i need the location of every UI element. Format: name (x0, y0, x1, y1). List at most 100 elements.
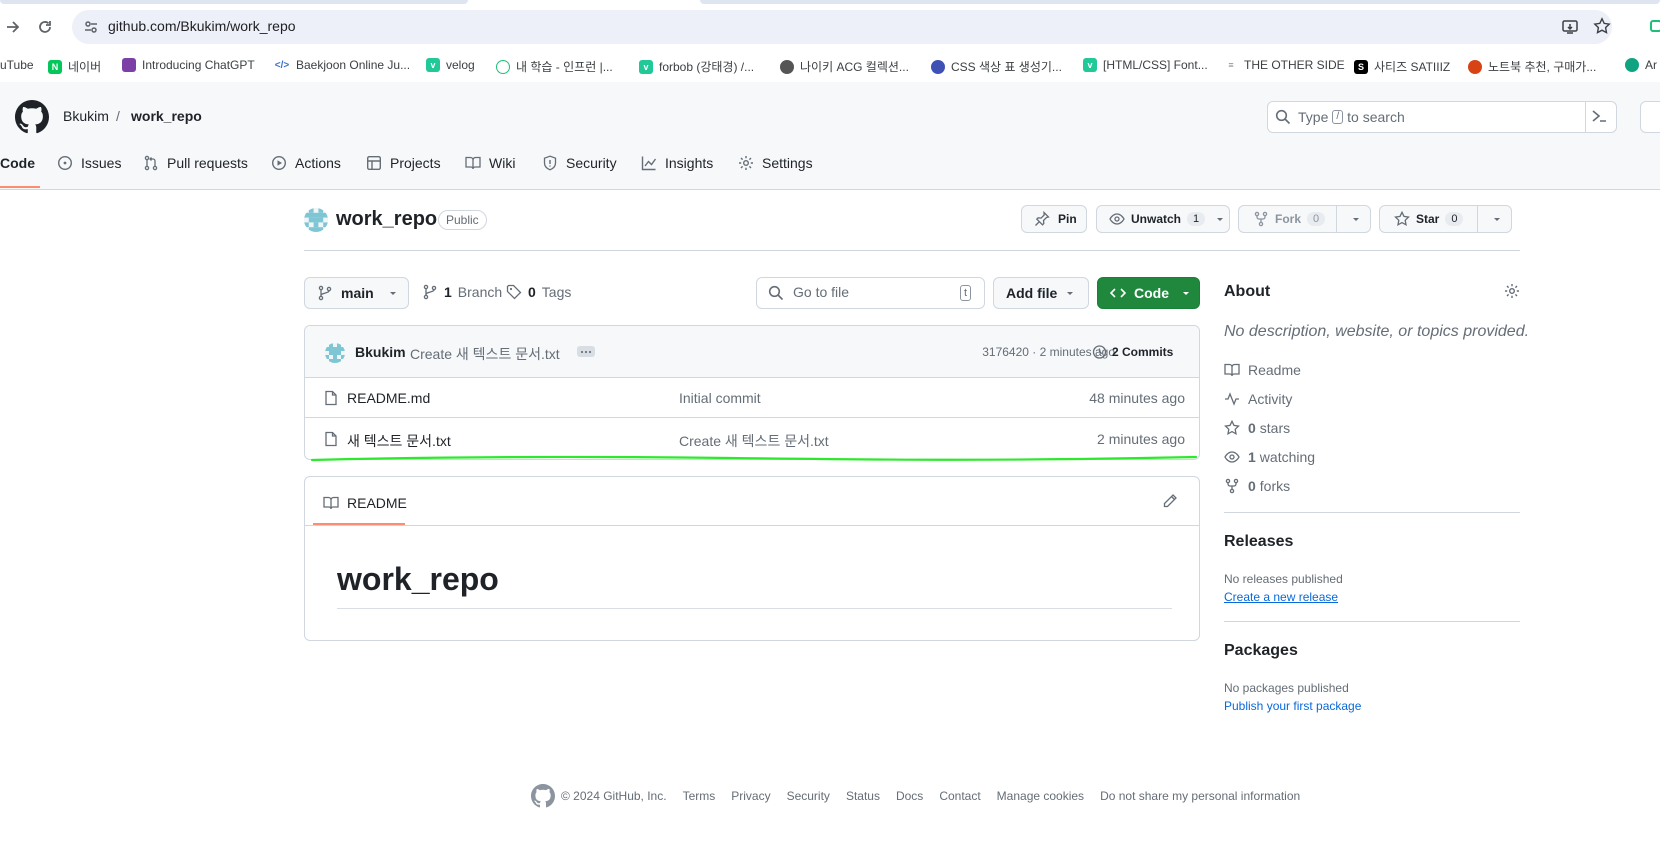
commit-message[interactable]: Create 새 텍스트 문서.txt (410, 344, 560, 364)
bookmark-css-color[interactable]: CSS 색상 표 생성기... (931, 58, 1062, 75)
footer-link-manage-cookies[interactable]: Manage cookies (997, 789, 1084, 803)
commits-link[interactable]: 2 Commits (1091, 344, 1173, 360)
bookmark-notebook[interactable]: 노트북 추천, 구매가... (1468, 58, 1596, 75)
tab-actions[interactable]: Actions (271, 155, 341, 171)
footer-link-privacy[interactable]: Privacy (731, 789, 770, 803)
breadcrumb-repo[interactable]: work_repo (131, 108, 202, 124)
pin-button[interactable]: Pin (1021, 205, 1087, 233)
bookmark-baekjoon[interactable]: </> Baekjoon Online Ju... (274, 58, 410, 72)
bookmark-nike[interactable]: 나이키 ACG 컬렉션... (780, 58, 909, 75)
satiiiz-icon: S (1354, 59, 1368, 74)
bookmark-chatgpt[interactable]: Introducing ChatGPT (122, 58, 255, 72)
footer-link-security[interactable]: Security (787, 789, 830, 803)
bookmark-satiiiz[interactable]: S 사티즈 SATIIIZ (1354, 58, 1450, 75)
site-icon: ≡ (1228, 60, 1234, 70)
repo-title[interactable]: work_repo (336, 208, 437, 231)
tab-projects[interactable]: Projects (366, 155, 441, 171)
tab-wiki[interactable]: Wiki (465, 155, 515, 171)
tab-insights[interactable]: Insights (641, 155, 713, 171)
branch-select[interactable]: main (304, 277, 409, 309)
fork-count: 0 (1307, 212, 1326, 226)
file-name[interactable]: README.md (347, 390, 430, 406)
file-icon (323, 390, 339, 406)
readme-tab[interactable]: README (323, 495, 407, 511)
unwatch-button[interactable]: Unwatch 1 (1096, 205, 1230, 233)
footer-link-status[interactable]: Status (846, 789, 880, 803)
footer-link-do-not-share[interactable]: Do not share my personal information (1100, 789, 1300, 803)
tab-issues[interactable]: Issues (57, 155, 121, 171)
edit-pencil-icon[interactable] (1162, 493, 1178, 509)
publish-package-link[interactable]: Publish your first package (1224, 699, 1361, 713)
packages-title[interactable]: Packages (1224, 642, 1298, 660)
reload-icon[interactable] (32, 14, 58, 40)
footer-link-docs[interactable]: Docs (896, 789, 923, 803)
address-bar[interactable] (72, 10, 1612, 44)
repo-owner-avatar[interactable] (304, 208, 328, 232)
releases-title[interactable]: Releases (1224, 533, 1293, 551)
bookmark-ar[interactable]: Ar (1625, 58, 1657, 72)
tags-link[interactable]: 0 Tags (506, 284, 571, 300)
table-row[interactable]: README.md Initial commit 48 minutes ago (305, 378, 1199, 418)
bookmark-naver[interactable]: N 네이버 (48, 58, 101, 75)
bookmark-html-css[interactable]: v [HTML/CSS] Font... (1083, 58, 1208, 72)
github-logo-icon[interactable] (15, 100, 49, 134)
watching-link[interactable]: 1 watching (1224, 449, 1315, 465)
bookmark-velog[interactable]: v velog (426, 58, 475, 72)
bookmark-the-other-side[interactable]: ≡ THE OTHER SIDE (1224, 58, 1344, 72)
tab-pull-requests[interactable]: Pull requests (143, 155, 248, 171)
file-updated-time: 48 minutes ago (1089, 390, 1185, 406)
book-icon (465, 155, 481, 171)
footer-link-terms[interactable]: Terms (683, 789, 716, 803)
baekjoon-icon: </> (274, 59, 290, 71)
forks-link[interactable]: 0 forks (1224, 478, 1290, 494)
tab-code[interactable]: Code (0, 155, 35, 171)
star-button[interactable]: Star 0 (1379, 205, 1512, 233)
branches-link[interactable]: 1 Branch (422, 284, 502, 300)
go-to-file-input[interactable] (756, 277, 985, 309)
ellipsis-button[interactable] (577, 346, 595, 357)
pulse-icon (1224, 391, 1240, 407)
fork-button[interactable]: Fork 0 (1238, 205, 1371, 233)
releases-empty: No releases published (1224, 572, 1343, 586)
star-icon (1394, 211, 1410, 227)
file-commit-message[interactable]: Create 새 텍스트 문서.txt (679, 431, 829, 451)
stars-link[interactable]: 0 stars (1224, 420, 1290, 436)
forward-icon[interactable] (0, 14, 26, 40)
command-palette-icon[interactable] (1591, 108, 1607, 124)
file-name[interactable]: 새 텍스트 문서.txt (347, 431, 451, 451)
create-release-link[interactable]: Create a new release (1224, 590, 1338, 604)
tab-security[interactable]: Security (542, 155, 617, 171)
commit-meta[interactable]: 3176420 · 2 minutes ago (945, 345, 1115, 359)
star-count: 0 (1445, 212, 1464, 226)
tab-strip (0, 0, 1660, 4)
install-app-icon[interactable] (1561, 18, 1579, 36)
extension-icon[interactable] (1650, 20, 1660, 32)
add-file-button[interactable]: Add file (993, 277, 1089, 309)
tab-settings[interactable]: Settings (738, 155, 813, 171)
chatgpt-icon (122, 58, 136, 72)
bookmark-star-icon[interactable] (1593, 17, 1611, 35)
bookmark-forbob[interactable]: v forbob (강태경) /... (639, 58, 754, 75)
file-commit-message[interactable]: Initial commit (679, 390, 761, 406)
code-icon (1110, 285, 1126, 301)
tab-active-underline (0, 186, 40, 188)
book-icon (323, 495, 339, 511)
bookmark-youtube[interactable]: uTube (0, 58, 34, 72)
create-new-button[interactable] (1640, 101, 1660, 133)
readme-link[interactable]: Readme (1224, 362, 1301, 378)
footer-link-contact[interactable]: Contact (939, 789, 980, 803)
tag-icon (506, 284, 522, 300)
github-mark-icon[interactable] (531, 784, 555, 808)
openai-icon (1625, 58, 1639, 72)
bookmark-inflearn[interactable]: 내 학습 - 인프런 |... (496, 58, 613, 75)
site-info-icon[interactable] (83, 19, 99, 35)
code-button[interactable]: Code (1097, 277, 1200, 309)
activity-link[interactable]: Activity (1224, 391, 1292, 407)
author-avatar[interactable] (325, 343, 345, 363)
breadcrumb-owner[interactable]: Bkukim (63, 108, 109, 124)
url-text[interactable]: github.com/Bkukim/work_repo (108, 18, 296, 34)
issue-icon (57, 155, 73, 171)
gear-icon[interactable] (1504, 283, 1520, 299)
commit-author[interactable]: Bkukim (355, 344, 406, 360)
about-title: About (1224, 283, 1271, 300)
